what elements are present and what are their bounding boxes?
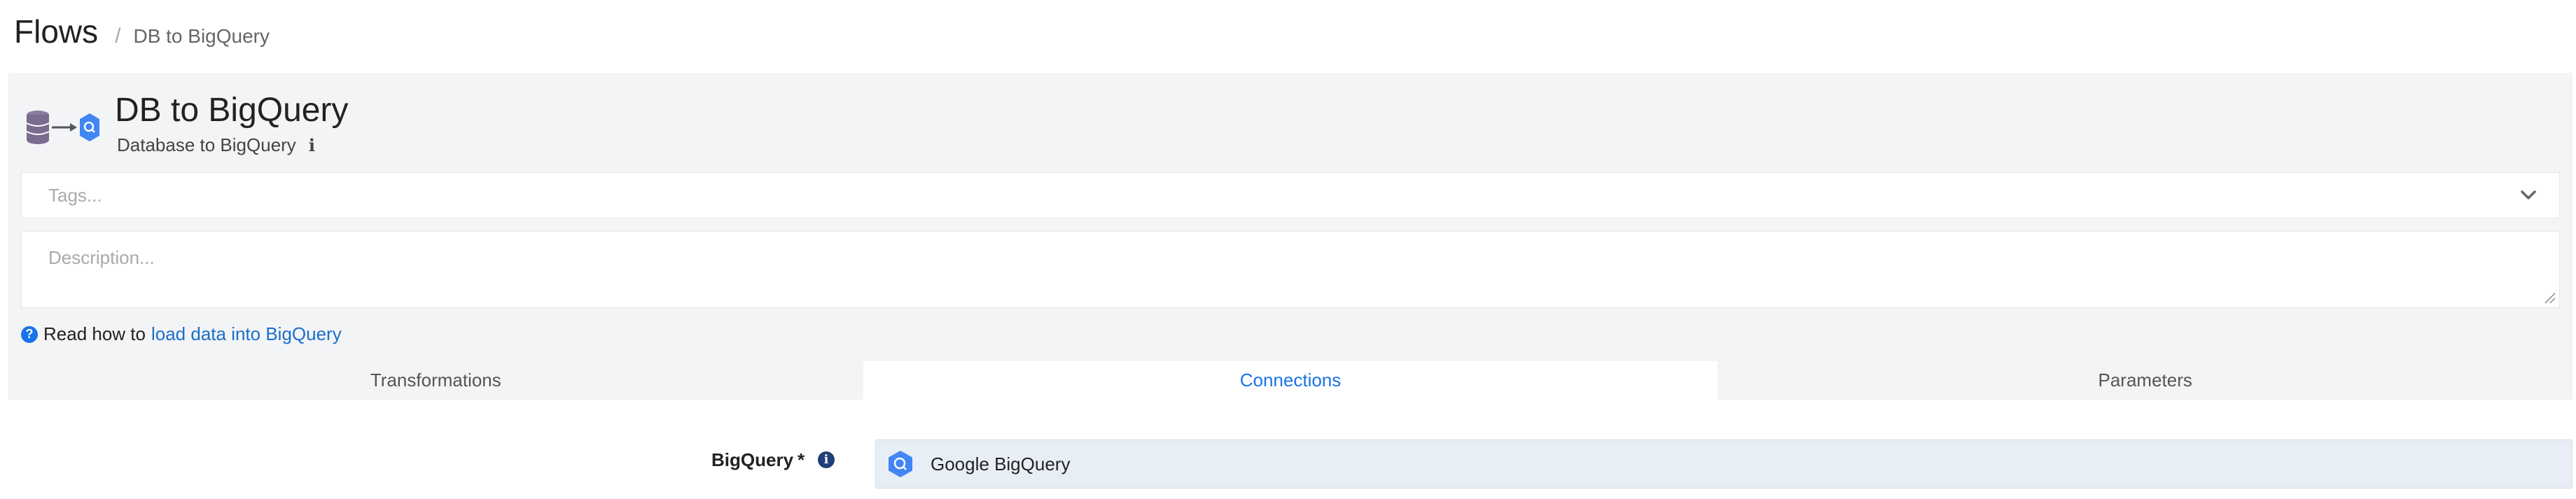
arrow-right-icon [52,123,77,132]
tab-transformations[interactable]: Transformations [8,361,863,400]
breadcrumb: Flows / DB to BigQuery [14,13,270,50]
page: Flows / DB to BigQuery DB to BigQuery Da… [0,0,2576,499]
help-text: Read how to [43,323,146,344]
connection-value: Google BigQuery [931,453,1071,475]
tab-parameters[interactable]: Parameters [1718,361,2572,400]
description-input[interactable] [22,232,2559,307]
flow-subtitle-row: Database to BigQuery i [117,134,315,156]
tab-bar: Transformations Connections Parameters [8,361,2572,400]
bigquery-connection-select[interactable]: Google BigQuery [875,440,2572,489]
flow-subtitle: Database to BigQuery [117,134,296,155]
tab-connections[interactable]: Connections [863,361,1718,400]
database-icon [26,111,50,144]
breadcrumb-separator: / [115,24,121,48]
chevron-down-icon[interactable] [2513,180,2544,211]
resize-handle-icon[interactable] [2541,289,2556,304]
info-icon[interactable]: i [309,135,315,155]
bigquery-connection-label: BigQuery * [711,449,805,471]
breadcrumb-current: DB to BigQuery [133,25,270,47]
connection-label-text: BigQuery [711,449,794,470]
required-mark: * [798,449,805,470]
breadcrumb-flows-link[interactable]: Flows [14,13,98,50]
question-circle-icon: ? [21,325,38,343]
bigquery-icon [889,451,912,477]
description-field [21,231,2560,308]
bigquery-icon [80,113,99,141]
tags-input[interactable] [22,172,2513,218]
tags-field [21,172,2560,218]
help-line: ? Read how to load data into BigQuery [21,323,342,345]
flow-panel: DB to BigQuery Database to BigQuery i ? … [8,73,2572,400]
flow-type-icon [26,111,99,144]
connection-info-icon[interactable]: i [818,451,835,468]
help-link[interactable]: load data into BigQuery [151,323,342,345]
flow-title: DB to BigQuery [115,92,349,129]
